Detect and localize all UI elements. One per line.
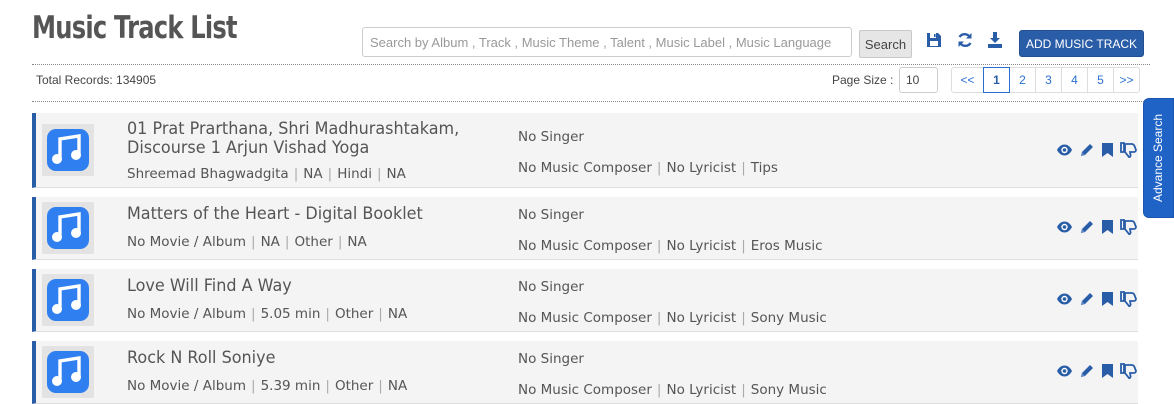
track-credits: No Music Composer | No Lyricist | Sony Music xyxy=(518,382,827,398)
track-duration: 5.05 min xyxy=(260,306,321,322)
track-lyricist: No Lyricist xyxy=(666,160,737,176)
track-lyricist: No Lyricist xyxy=(666,310,737,326)
dislike-icon[interactable] xyxy=(1120,219,1137,235)
view-icon[interactable] xyxy=(1056,220,1073,234)
edit-icon[interactable] xyxy=(1079,363,1095,379)
track-title[interactable]: 01 Prat Prarthana, Shri Madhurashtakam, … xyxy=(127,119,486,157)
dislike-icon[interactable] xyxy=(1120,142,1137,158)
page-size-label: Page Size : xyxy=(832,73,894,87)
download-icon[interactable] xyxy=(986,31,1004,49)
track-meta: No Movie / Album | NA | Other | NA xyxy=(127,234,367,250)
edit-icon[interactable] xyxy=(1079,142,1095,158)
page-title: Music Track List xyxy=(32,10,238,46)
pagination: << 1 2 3 4 5 >> xyxy=(951,67,1140,93)
page-button-3[interactable]: 3 xyxy=(1035,67,1062,93)
track-extra: NA xyxy=(386,166,406,182)
page-button-2[interactable]: 2 xyxy=(1009,67,1036,93)
save-icon[interactable] xyxy=(925,31,943,49)
track-duration: NA xyxy=(303,166,323,182)
page-last-button[interactable]: >> xyxy=(1113,67,1140,93)
track-title[interactable]: Rock N Roll Soniye xyxy=(127,348,486,367)
row-actions xyxy=(1056,291,1137,307)
page-button-1[interactable]: 1 xyxy=(983,67,1010,93)
track-singer: No Singer xyxy=(518,207,584,223)
track-language: Other xyxy=(334,378,374,394)
advance-search-label: Advance Search xyxy=(1151,113,1166,203)
music-note-icon xyxy=(42,346,94,398)
track-language: Hindi xyxy=(337,166,372,182)
track-title[interactable]: Love Will Find A Way xyxy=(127,276,486,295)
track-duration: 5.39 min xyxy=(260,378,321,394)
track-language: Other xyxy=(334,306,374,322)
total-records: Total Records: 134905 xyxy=(36,73,157,87)
track-meta: No Movie / Album | 5.05 min | Other | NA xyxy=(127,306,408,322)
track-singer: No Singer xyxy=(518,351,584,367)
track-extra: NA xyxy=(387,378,408,394)
track-album: No Movie / Album xyxy=(127,378,246,394)
music-note-icon xyxy=(42,202,94,254)
track-composer: No Music Composer xyxy=(518,160,652,176)
track-title[interactable]: Matters of the Heart - Digital Booklet xyxy=(127,204,486,223)
page-button-5[interactable]: 5 xyxy=(1087,67,1114,93)
page-size-input[interactable] xyxy=(899,67,938,93)
row-actions xyxy=(1056,142,1137,158)
row-actions xyxy=(1056,363,1137,379)
track-language: Other xyxy=(294,234,333,250)
bookmark-icon[interactable] xyxy=(1101,219,1114,235)
edit-icon[interactable] xyxy=(1079,291,1095,307)
track-card[interactable]: Matters of the Heart - Digital Booklet N… xyxy=(32,197,1138,260)
track-singer: No Singer xyxy=(518,279,584,295)
track-label: Eros Music xyxy=(750,238,823,254)
add-music-track-button[interactable]: ADD MUSIC TRACK xyxy=(1019,30,1144,57)
track-credits: No Music Composer | No Lyricist | Sony Music xyxy=(518,310,827,326)
bookmark-icon[interactable] xyxy=(1101,142,1114,158)
search-button[interactable]: Search xyxy=(859,30,912,58)
track-composer: No Music Composer xyxy=(518,382,652,398)
music-note-icon xyxy=(42,124,94,176)
track-extra: NA xyxy=(387,306,408,322)
track-extra: NA xyxy=(347,234,367,250)
track-meta: No Movie / Album | 5.39 min | Other | NA xyxy=(127,378,408,394)
view-icon[interactable] xyxy=(1056,364,1073,378)
music-note-icon xyxy=(42,274,94,326)
dislike-icon[interactable] xyxy=(1120,363,1137,379)
page-button-4[interactable]: 4 xyxy=(1061,67,1088,93)
track-lyricist: No Lyricist xyxy=(666,382,737,398)
track-singer: No Singer xyxy=(518,129,584,145)
bookmark-icon[interactable] xyxy=(1101,291,1114,307)
track-composer: No Music Composer xyxy=(518,310,652,326)
track-album: No Movie / Album xyxy=(127,234,246,250)
track-lyricist: No Lyricist xyxy=(666,238,737,254)
track-credits: No Music Composer | No Lyricist | Tips xyxy=(518,160,778,176)
row-actions xyxy=(1056,219,1137,235)
track-duration: NA xyxy=(260,234,280,250)
track-credits: No Music Composer | No Lyricist | Eros Music xyxy=(518,238,823,254)
bookmark-icon[interactable] xyxy=(1101,363,1114,379)
track-composer: No Music Composer xyxy=(518,238,652,254)
track-card[interactable]: Rock N Roll Soniye No Movie / Album | 5.39… xyxy=(32,341,1138,404)
list-divider xyxy=(32,101,1150,102)
track-label: Tips xyxy=(750,160,778,176)
track-card[interactable]: Love Will Find A Way No Movie / Album | 5.… xyxy=(32,269,1138,332)
dislike-icon[interactable] xyxy=(1120,291,1137,307)
view-icon[interactable] xyxy=(1056,143,1073,157)
track-label: Sony Music xyxy=(750,382,827,398)
track-album: Shreemad Bhagwadgita xyxy=(127,166,289,182)
track-card[interactable]: 01 Prat Prarthana, Shri Madhurashtakam, … xyxy=(32,113,1138,188)
advance-search-tab[interactable]: Advance Search xyxy=(1143,98,1174,218)
track-album: No Movie / Album xyxy=(127,306,246,322)
refresh-icon[interactable] xyxy=(956,31,974,49)
track-meta: Shreemad Bhagwadgita | NA | Hindi | NA xyxy=(127,166,406,182)
header-divider xyxy=(32,64,1150,65)
search-input[interactable] xyxy=(362,27,852,57)
view-icon[interactable] xyxy=(1056,292,1073,306)
edit-icon[interactable] xyxy=(1079,219,1095,235)
track-label: Sony Music xyxy=(750,310,827,326)
page-first-button[interactable]: << xyxy=(951,67,984,93)
